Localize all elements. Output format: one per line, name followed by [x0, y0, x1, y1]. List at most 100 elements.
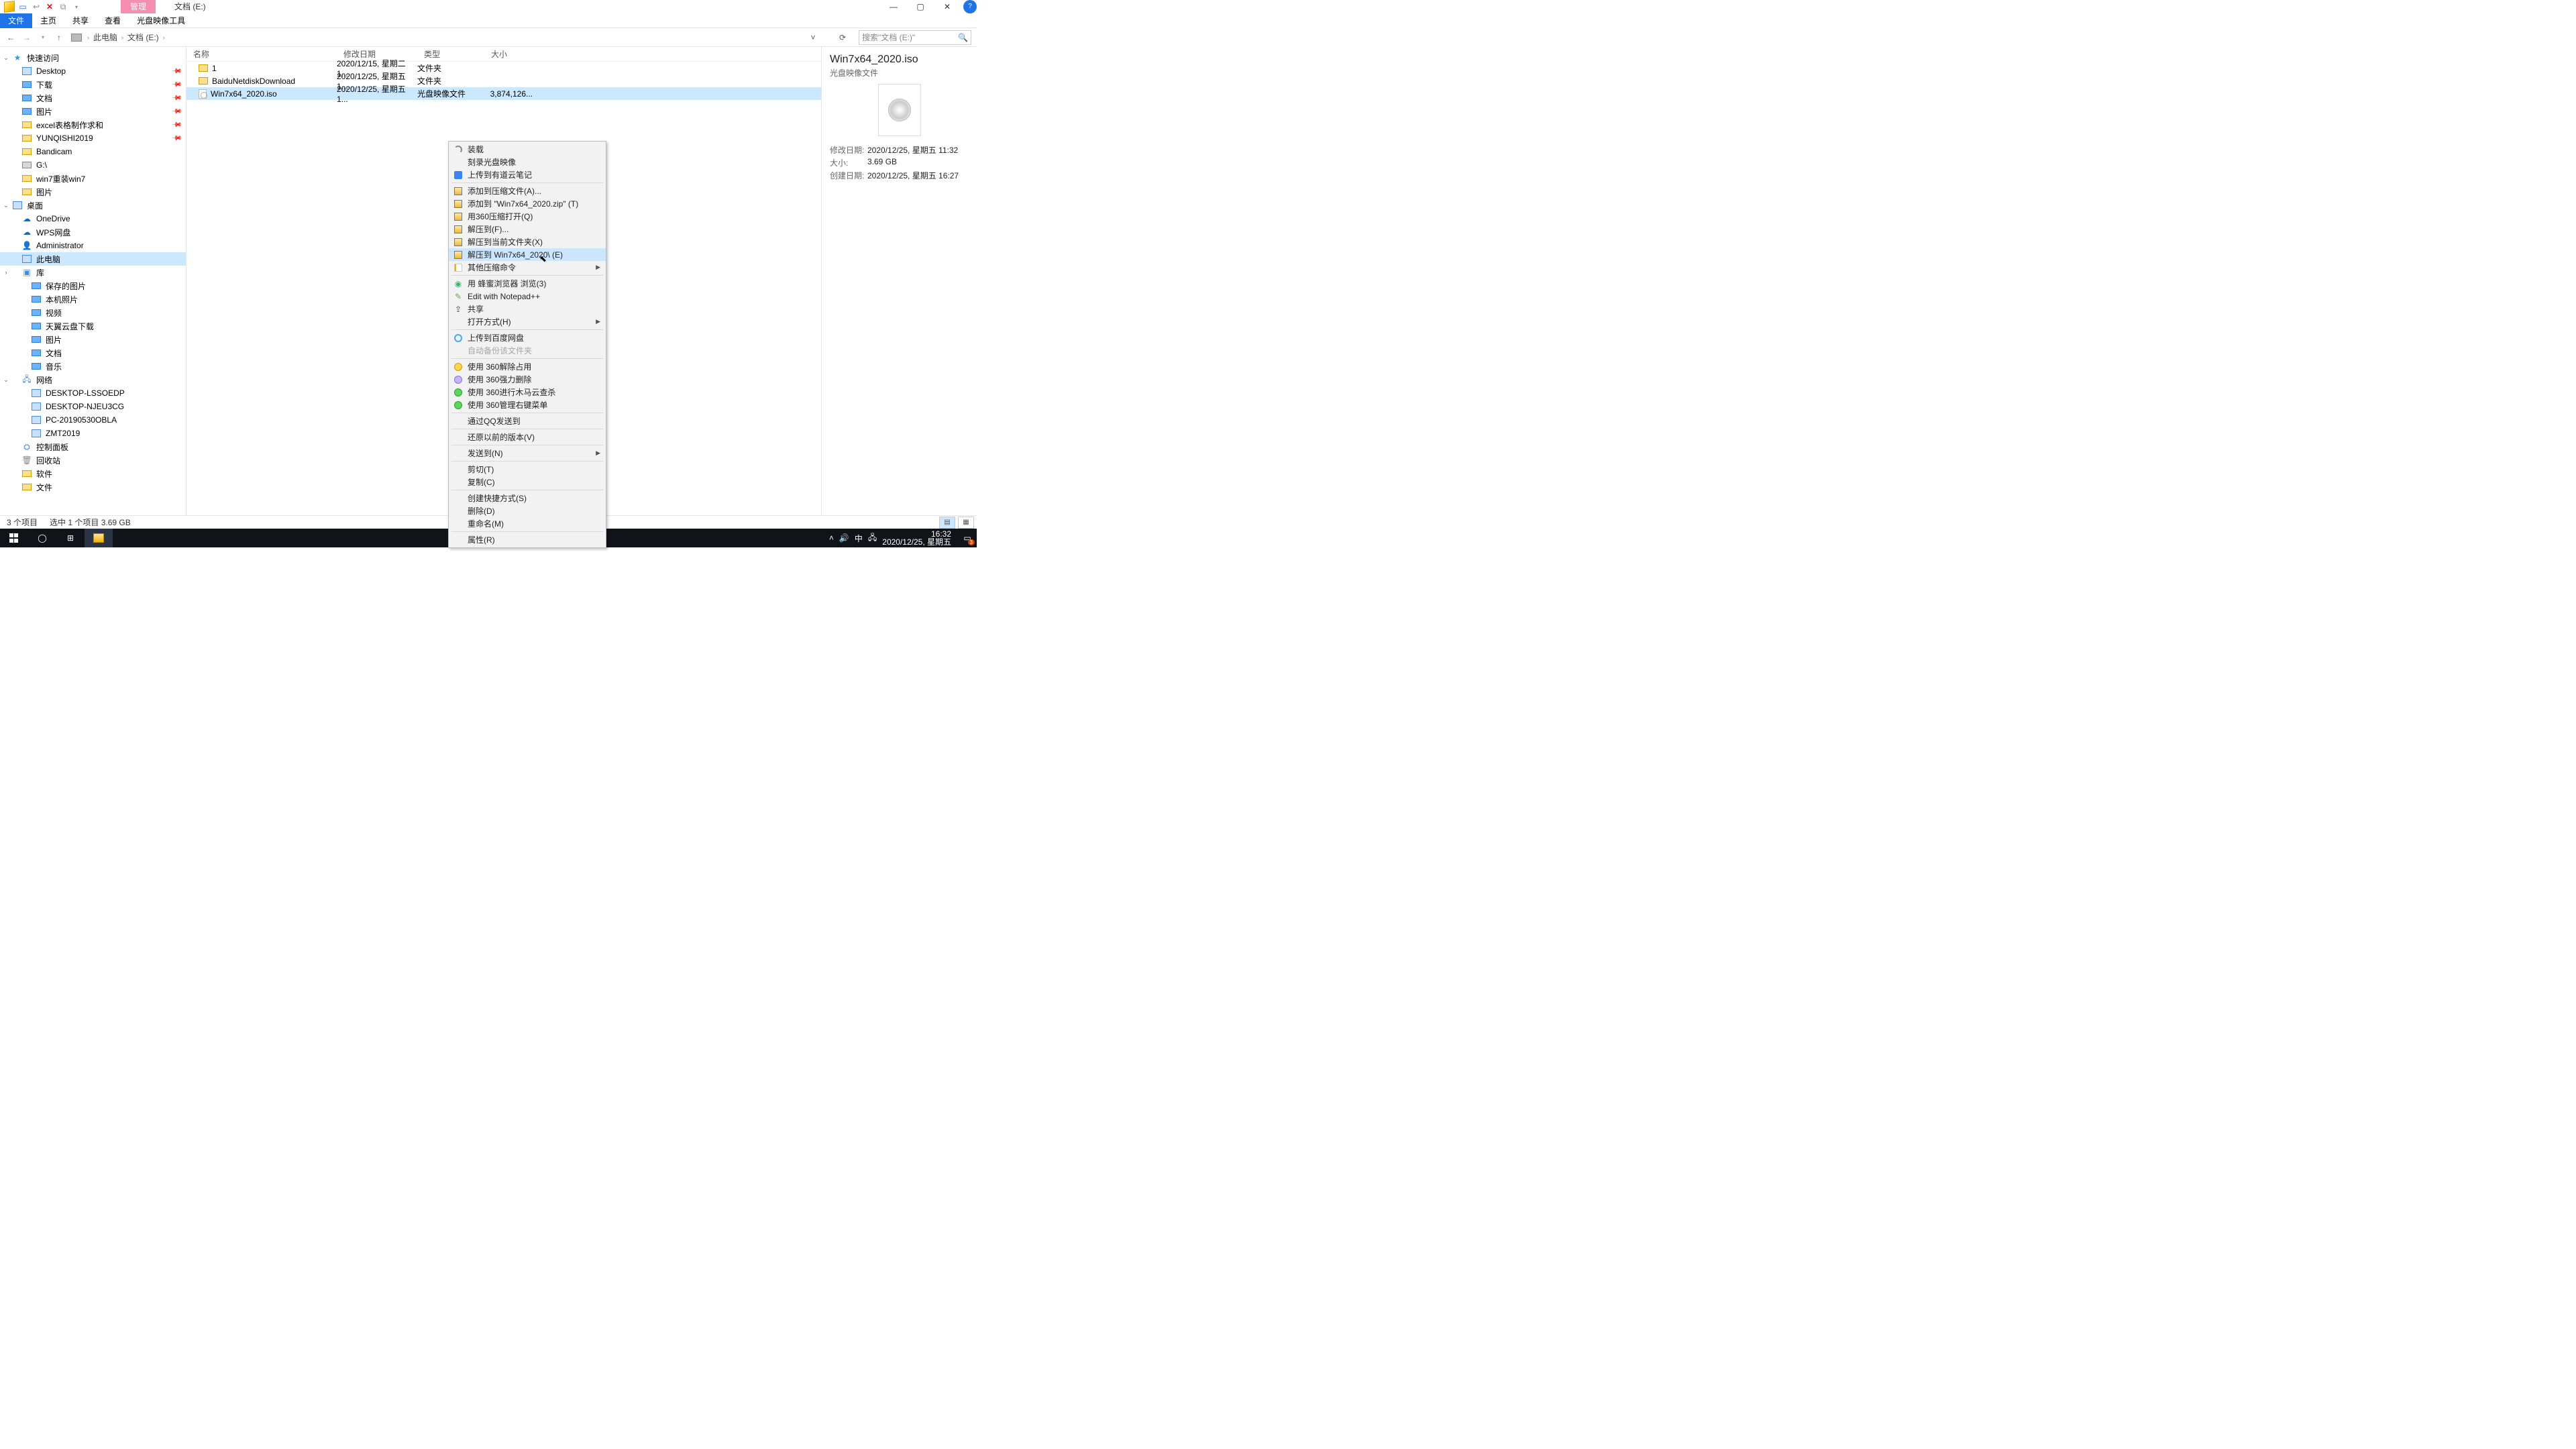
menu-item[interactable]: 重命名(M) — [449, 517, 606, 530]
menu-item[interactable]: 解压到(F)... — [449, 223, 606, 235]
col-size[interactable]: 大小 — [484, 48, 538, 60]
expand-icon[interactable]: ⌄ — [3, 376, 9, 384]
qat-props-icon[interactable]: ⧉ — [56, 0, 70, 13]
tree-item[interactable]: 🗑回收站 — [0, 453, 186, 467]
tree-item[interactable]: 图片 — [0, 333, 186, 346]
menu-item[interactable]: 上传到有道云笔记 — [449, 168, 606, 181]
expand-icon[interactable]: ⌄ — [3, 202, 9, 209]
tree-item[interactable]: 下载📌 — [0, 78, 186, 91]
file-row[interactable]: 12020/12/15, 星期二 1...文件夹 — [186, 62, 821, 74]
tree-item[interactable]: YUNQISHI2019📌 — [0, 131, 186, 145]
tree-item[interactable]: excel表格制作求和📌 — [0, 118, 186, 131]
tree-item[interactable]: ⌄🖧网络 — [0, 373, 186, 386]
nav-forward-icon[interactable]: → — [20, 33, 34, 42]
breadcrumb[interactable]: › 此电脑 › 文档 (E:) › — [71, 32, 165, 43]
tree-item[interactable]: 音乐 — [0, 360, 186, 373]
tree-item[interactable]: ☁OneDrive — [0, 212, 186, 225]
minimize-button[interactable]: — — [880, 0, 907, 13]
tree-item[interactable]: ⛭控制面板 — [0, 440, 186, 453]
network-icon[interactable]: 🖧 — [868, 531, 877, 545]
view-large-button[interactable]: ▦ — [958, 517, 974, 529]
menu-item[interactable]: 创建快捷方式(S) — [449, 492, 606, 504]
view-details-button[interactable]: ▤ — [939, 517, 955, 529]
tree-item[interactable]: win7重装win7 — [0, 172, 186, 185]
help-icon[interactable]: ? — [963, 0, 977, 13]
ribbon-tab-home[interactable]: 主页 — [32, 13, 64, 28]
menu-item[interactable]: 发送到(N)▶ — [449, 447, 606, 460]
nav-recent-icon[interactable]: ▾ — [36, 34, 50, 40]
tree-item[interactable]: 本机照片 — [0, 292, 186, 306]
tree-item[interactable]: DESKTOP-NJEU3CG — [0, 400, 186, 413]
file-list[interactable]: 名称 修改日期 类型 大小 12020/12/15, 星期二 1...文件夹Ba… — [186, 47, 821, 515]
tree-item[interactable]: ⌄★快速访问 — [0, 51, 186, 64]
tree-item[interactable]: ZMT2019 — [0, 427, 186, 440]
crumb-this-pc[interactable]: 此电脑 — [93, 32, 117, 43]
close-button[interactable]: ✕ — [934, 0, 961, 13]
ribbon-file-tab[interactable]: 文件 — [0, 13, 32, 28]
menu-item[interactable]: 剪切(T) — [449, 463, 606, 476]
qat-undo-icon[interactable]: ↩ — [30, 0, 43, 13]
menu-item[interactable]: 添加到压缩文件(A)... — [449, 184, 606, 197]
tree-item[interactable]: 软件 — [0, 467, 186, 480]
chevron-right-icon[interactable]: › — [87, 34, 89, 41]
qat-save-icon[interactable]: ▭ — [16, 0, 30, 13]
menu-item[interactable]: 使用 360强力删除 — [449, 373, 606, 386]
ribbon-tab-disc[interactable]: 光盘映像工具 — [129, 13, 193, 28]
col-type[interactable]: 类型 — [417, 48, 484, 60]
tree-item[interactable]: 文档📌 — [0, 91, 186, 105]
qat-delete-icon[interactable]: ✕ — [43, 0, 56, 13]
menu-item[interactable]: 通过QQ发送到 — [449, 415, 606, 427]
menu-item[interactable]: 复制(C) — [449, 476, 606, 488]
tree-item[interactable]: Bandicam — [0, 145, 186, 158]
menu-item[interactable]: 解压到 Win7x64_2020\ (E) — [449, 248, 606, 261]
col-name[interactable]: 名称 — [186, 48, 337, 60]
tree-item[interactable]: 图片 — [0, 185, 186, 199]
address-dropdown-icon[interactable]: ˅ — [800, 33, 826, 42]
file-row[interactable]: Win7x64_2020.iso2020/12/25, 星期五 1...光盘映像… — [186, 87, 821, 100]
start-button[interactable] — [0, 529, 28, 547]
volume-icon[interactable]: 🔊 — [839, 533, 849, 543]
menu-item[interactable]: 用360压缩打开(Q) — [449, 210, 606, 223]
menu-item[interactable]: 打开方式(H)▶ — [449, 315, 606, 328]
tree-item[interactable]: G:\ — [0, 158, 186, 172]
nav-tree[interactable]: ⌄★快速访问Desktop📌下载📌文档📌图片📌excel表格制作求和📌YUNQI… — [0, 47, 186, 515]
chevron-right-icon[interactable]: › — [163, 34, 165, 41]
chevron-right-icon[interactable]: › — [121, 34, 123, 41]
menu-item[interactable]: 添加到 "Win7x64_2020.zip" (T) — [449, 197, 606, 210]
taskbar-clock[interactable]: 16:32 2020/12/25, 星期五 — [882, 530, 955, 546]
tree-item[interactable]: 保存的图片 — [0, 279, 186, 292]
tree-item[interactable]: 文件 — [0, 480, 186, 494]
tree-item[interactable]: 图片📌 — [0, 105, 186, 118]
nav-up-icon[interactable]: ↑ — [52, 33, 66, 42]
ribbon-tab-share[interactable]: 共享 — [64, 13, 97, 28]
menu-item[interactable]: 删除(D) — [449, 504, 606, 517]
menu-item[interactable]: 使用 360进行木马云查杀 — [449, 386, 606, 398]
tree-item[interactable]: 👤Administrator — [0, 239, 186, 252]
nav-back-icon[interactable]: ← — [4, 33, 17, 42]
menu-item[interactable]: ✎Edit with Notepad++ — [449, 290, 606, 303]
qat-more-icon[interactable]: ▾ — [70, 0, 83, 13]
search-input[interactable]: 搜索"文档 (E:)" 🔍 — [859, 30, 971, 45]
tree-item[interactable]: 天翼云盘下载 — [0, 319, 186, 333]
taskbar-search-button[interactable]: ◯ — [28, 529, 56, 547]
tree-item[interactable]: ›▣库 — [0, 266, 186, 279]
menu-item[interactable]: 属性(R) — [449, 533, 606, 546]
file-row[interactable]: BaiduNetdiskDownload2020/12/25, 星期五 1...… — [186, 74, 821, 87]
tree-item[interactable]: 此电脑 — [0, 252, 186, 266]
search-icon[interactable]: 🔍 — [958, 33, 968, 42]
tray-overflow-icon[interactable]: ˄ — [829, 533, 834, 543]
context-menu[interactable]: 装载刻录光盘映像上传到有道云笔记添加到压缩文件(A)...添加到 "Win7x6… — [448, 141, 606, 548]
menu-item[interactable]: ⇪共享 — [449, 303, 606, 315]
menu-item[interactable]: 刻录光盘映像 — [449, 156, 606, 168]
tree-item[interactable]: 文档 — [0, 346, 186, 360]
tree-item[interactable]: ☁WPS网盘 — [0, 225, 186, 239]
tree-item[interactable]: Desktop📌 — [0, 64, 186, 78]
task-view-button[interactable]: ⊞ — [56, 529, 85, 547]
tree-item[interactable]: PC-20190530OBLA — [0, 413, 186, 427]
menu-item[interactable]: 上传到百度网盘 — [449, 331, 606, 344]
menu-item[interactable]: 使用 360管理右键菜单 — [449, 398, 606, 411]
tree-item[interactable]: ⌄桌面 — [0, 199, 186, 212]
ribbon-tab-view[interactable]: 查看 — [97, 13, 129, 28]
menu-item[interactable]: ◉用 蜂蜜浏览器 浏览(3) — [449, 277, 606, 290]
menu-item[interactable]: 解压到当前文件夹(X) — [449, 235, 606, 248]
